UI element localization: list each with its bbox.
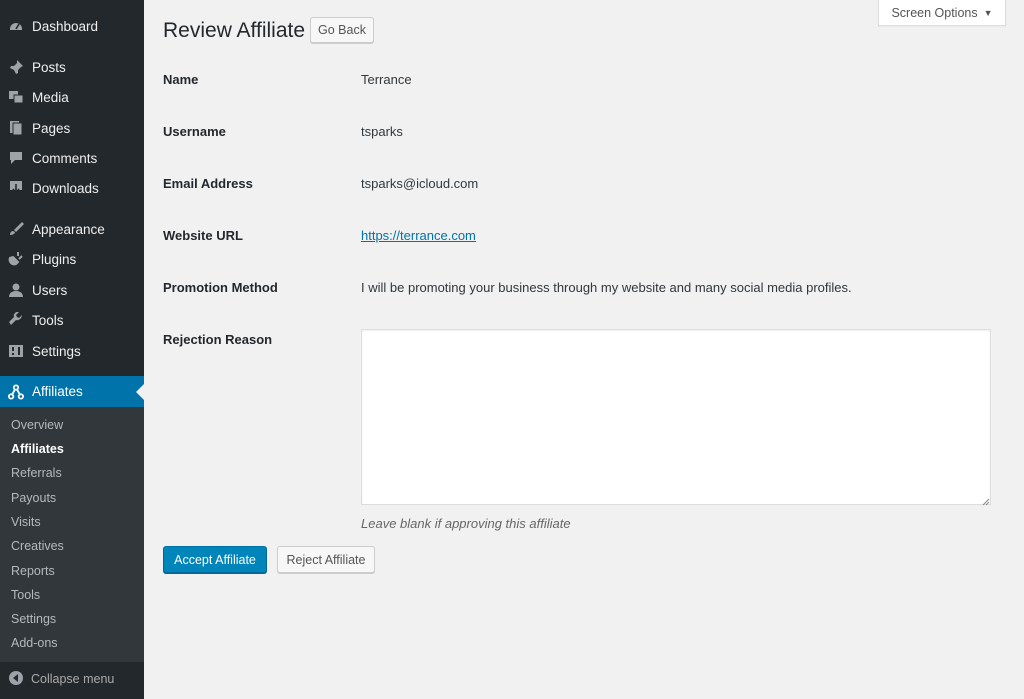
menu-item-settings[interactable]: Settings [0, 336, 144, 366]
resize-handle-icon[interactable] [982, 494, 990, 506]
menu-item-pages[interactable]: Pages [0, 113, 144, 143]
website-value: https://terrance.com [361, 228, 476, 243]
admin-sidebar: Dashboard Posts Media Pages Comments Dow… [0, 0, 144, 699]
menu-item-appearance[interactable]: Appearance [0, 214, 144, 244]
menu-item-plugins[interactable]: Plugins [0, 244, 144, 274]
dashboard-icon [8, 18, 24, 34]
name-value: Terrance [361, 72, 412, 87]
menu-item-label: Plugins [32, 251, 77, 267]
main-content: Screen Options ▼ Review Affiliate Go Bac… [144, 0, 1024, 699]
media-icon [8, 89, 24, 105]
rejection-reason-textarea[interactable] [361, 329, 991, 505]
page-title: Review Affiliate [163, 19, 306, 42]
email-label: Email Address [163, 176, 253, 191]
menu-item-label: Affiliates [32, 384, 83, 399]
menu-item-media[interactable]: Media [0, 82, 144, 112]
affiliate-network-icon [8, 383, 24, 400]
menu-item-downloads[interactable]: Downloads [0, 173, 144, 203]
user-icon [8, 282, 24, 298]
promotion-method-value: I will be promoting your business throug… [361, 280, 852, 295]
promotion-method-label: Promotion Method [163, 280, 278, 295]
website-link[interactable]: https://terrance.com [361, 228, 476, 243]
menu-item-tools[interactable]: Tools [0, 305, 144, 335]
menu-item-label: Dashboard [32, 18, 99, 34]
menu-item-label: Settings [32, 343, 81, 359]
screen-options-button[interactable]: Screen Options ▼ [878, 0, 1006, 26]
pin-icon [8, 59, 24, 75]
submenu-item-payouts[interactable]: Payouts [11, 491, 56, 505]
collapse-menu-label: Collapse menu [31, 672, 115, 686]
submenu-item-reports[interactable]: Reports [11, 564, 55, 578]
menu-item-label: Downloads [32, 180, 99, 196]
menu-item-label: Appearance [32, 221, 105, 237]
username-value: tsparks [361, 124, 403, 139]
submenu-item-visits[interactable]: Visits [11, 515, 41, 529]
submenu-item-tools[interactable]: Tools [11, 588, 40, 602]
menu-item-label: Media [32, 89, 69, 105]
wrench-icon [8, 312, 24, 328]
submenu-item-add-ons[interactable]: Add-ons [11, 636, 58, 650]
caret-down-icon: ▼ [983, 7, 993, 18]
paintbrush-icon [8, 221, 24, 237]
comment-icon [8, 150, 24, 166]
rejection-reason-label: Rejection Reason [163, 332, 273, 347]
menu-item-affiliates[interactable]: Affiliates [0, 376, 144, 407]
collapse-arrow-icon [9, 671, 23, 685]
name-label: Name [163, 72, 199, 87]
download-icon [8, 180, 24, 196]
submenu-item-overview[interactable]: Overview [11, 418, 63, 432]
menu-item-label: Tools [32, 312, 64, 328]
submenu-item-affiliates[interactable]: Affiliates [11, 442, 64, 456]
menu-item-label: Pages [32, 120, 71, 136]
menu-item-label: Users [32, 282, 68, 298]
settings-icon [8, 343, 24, 359]
accept-affiliate-button[interactable]: Accept Affiliate [163, 546, 267, 573]
menu-item-posts[interactable]: Posts [0, 52, 144, 82]
menu-item-label: Posts [32, 59, 66, 75]
reject-affiliate-button[interactable]: Reject Affiliate [277, 546, 375, 573]
menu-item-dashboard[interactable]: Dashboard [0, 11, 144, 41]
username-label: Username [163, 124, 226, 139]
collapse-menu-button[interactable]: Collapse menu [0, 662, 144, 699]
submenu-item-settings[interactable]: Settings [11, 612, 56, 626]
pages-icon [8, 120, 24, 136]
website-label: Website URL [163, 228, 243, 243]
go-back-button[interactable]: Go Back [310, 17, 374, 43]
plug-icon [8, 251, 24, 267]
submenu-item-referrals[interactable]: Referrals [11, 466, 62, 480]
menu-item-label: Comments [32, 150, 98, 166]
rejection-reason-hint: Leave blank if approving this affiliate [361, 516, 571, 531]
menu-item-comments[interactable]: Comments [0, 143, 144, 173]
email-value: tsparks@icloud.com [361, 176, 479, 191]
menu-item-users[interactable]: Users [0, 275, 144, 305]
submenu-item-creatives[interactable]: Creatives [11, 539, 64, 553]
screen-options-label: Screen Options [891, 5, 978, 20]
affiliates-submenu: Overview Affiliates Referrals Payouts Vi… [0, 407, 144, 662]
